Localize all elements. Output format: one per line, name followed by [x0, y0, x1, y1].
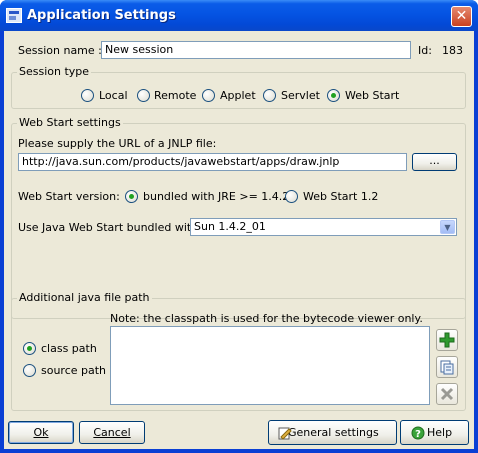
chevron-down-icon[interactable]: ▼: [440, 220, 455, 234]
session-type-label: Session type: [17, 65, 92, 78]
general-settings-button[interactable]: General settings: [268, 420, 397, 445]
session-name-input[interactable]: New session: [101, 41, 411, 59]
settings-icon: [278, 427, 292, 440]
classpath-list[interactable]: [110, 326, 430, 405]
radio-web-start-label: Web Start: [345, 89, 400, 102]
web-start-version-label: Web Start version:: [18, 190, 120, 203]
browse-button[interactable]: ...: [412, 153, 457, 171]
application-icon: [6, 8, 22, 23]
dialog-body: Session name : New session Id: 183 Sessi…: [4, 31, 474, 449]
cancel-button-label: Cancel: [93, 426, 131, 439]
cancel-button[interactable]: Cancel: [79, 421, 145, 444]
radio-bundled-jre-label: bundled with JRE >= 1.4.2: [143, 190, 290, 203]
radio-web-start-12[interactable]: [285, 190, 298, 203]
additional-path-label: Additional java file path: [17, 291, 152, 304]
session-name-label: Session name :: [18, 44, 102, 57]
radio-source-path[interactable]: [23, 364, 36, 377]
radio-class-path-label: class path: [41, 342, 97, 355]
application-settings-window: Application Settings ✕ Session name : Ne…: [0, 0, 478, 453]
general-settings-button-label: General settings: [288, 426, 379, 439]
radio-class-path[interactable]: [23, 342, 36, 355]
web-start-settings-group: Web Start settings Please supply the URL…: [11, 116, 466, 319]
bundled-with-value: Sun 1.4.2_01: [194, 220, 266, 233]
title-bar[interactable]: Application Settings ✕: [0, 0, 478, 31]
jnlp-url-prompt: Please supply the URL of a JNLP file:: [18, 137, 217, 150]
ok-button-label: Ok: [33, 426, 49, 439]
radio-source-path-label: source path: [41, 364, 107, 377]
close-icon: ✕: [455, 8, 468, 24]
paste-icon: [440, 360, 454, 375]
bundled-with-label: Use Java Web Start bundled with:: [18, 221, 202, 234]
help-icon: ?: [411, 426, 425, 440]
web-start-settings-label: Web Start settings: [17, 116, 123, 129]
radio-servlet[interactable]: [263, 89, 276, 102]
svg-text:?: ?: [415, 429, 421, 440]
bundled-with-select[interactable]: Sun 1.4.2_01 ▼: [190, 218, 457, 236]
radio-remote-label: Remote: [154, 89, 197, 102]
radio-web-start[interactable]: [327, 89, 340, 102]
close-button[interactable]: ✕: [451, 6, 472, 27]
help-button-label: Help: [427, 426, 453, 439]
add-icon: [439, 332, 455, 348]
classpath-note: Note: the classpath is used for the byte…: [110, 312, 423, 325]
radio-local[interactable]: [81, 89, 94, 102]
session-id-label: Id:: [418, 44, 432, 57]
session-type-group: Session type Local Remote Applet Servlet…: [11, 65, 466, 109]
radio-remote[interactable]: [137, 89, 150, 102]
remove-icon: [440, 387, 454, 401]
jnlp-url-input[interactable]: http://java.sun.com/products/javawebstar…: [18, 153, 407, 171]
radio-servlet-label: Servlet: [281, 89, 320, 102]
additional-path-group: Additional java file path Note: the clas…: [11, 291, 466, 411]
ok-button[interactable]: Ok: [8, 421, 74, 444]
radio-web-start-12-label: Web Start 1.2: [303, 190, 379, 203]
radio-local-label: Local: [99, 89, 128, 102]
paste-path-button[interactable]: [436, 356, 458, 378]
session-id-value: 183: [442, 44, 463, 57]
radio-applet[interactable]: [202, 89, 215, 102]
window-title: Application Settings: [27, 8, 176, 23]
add-path-button[interactable]: [436, 329, 458, 351]
radio-bundled-jre[interactable]: [125, 190, 138, 203]
help-button[interactable]: ? Help: [400, 420, 469, 445]
radio-applet-label: Applet: [220, 89, 256, 102]
remove-path-button[interactable]: [436, 383, 458, 405]
